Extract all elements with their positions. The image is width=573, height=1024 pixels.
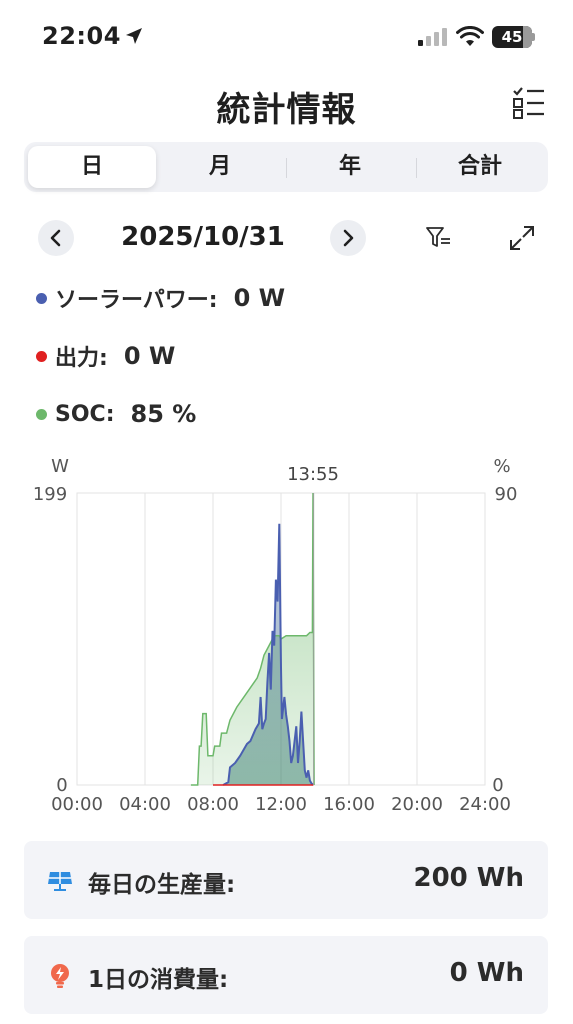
battery-tip [532, 33, 535, 41]
output-label: 出力: [55, 346, 108, 371]
x-tick-label: 00:00 [51, 794, 103, 815]
chevron-left-icon [50, 229, 61, 247]
battery-indicator: 45 [492, 26, 536, 48]
page-title: 統計情報 [216, 90, 357, 130]
status-time: 22:04 [42, 22, 121, 50]
left-axis-unit: W [51, 456, 69, 477]
cursor-time-label: 13:55 [287, 464, 339, 485]
legend-output: 出力: 0 W [36, 340, 175, 372]
right-axis-min: 0 [492, 775, 503, 796]
x-tick-label: 08:00 [187, 794, 239, 815]
previous-date-button[interactable] [38, 220, 74, 256]
right-axis-unit: % [493, 456, 510, 477]
x-tick-label: 20:00 [391, 794, 443, 815]
solar-value: 0 W [233, 284, 286, 312]
daily-consumption-card: 1日の消費量: 0 Wh [24, 936, 548, 1014]
location-arrow-icon [126, 28, 142, 44]
daily-production-card: 毎日の生産量: 200 Wh [24, 841, 548, 919]
legend-solar: ソーラーパワー: 0 W [36, 282, 285, 314]
cellular-signal-icon [418, 28, 447, 46]
period-segmented-control: 日 月 年 合計 [24, 142, 548, 192]
solar-panel-icon [48, 872, 72, 891]
tab-year[interactable]: 年 [286, 146, 414, 188]
filter-icon[interactable] [424, 224, 452, 252]
x-tick-label: 24:00 [459, 794, 511, 815]
tab-total[interactable]: 合計 [416, 146, 544, 188]
left-axis-min: 0 [56, 775, 67, 796]
tab-day[interactable]: 日 [28, 146, 156, 188]
right-axis-max: 90 [495, 484, 518, 505]
daily-production-value: 200 Wh [413, 863, 524, 893]
chart-x-ticks: 00:00 04:00 08:00 12:00 16:00 20:00 24:00 [51, 794, 511, 815]
soc-value: 85 % [130, 400, 197, 428]
output-dot-icon [36, 350, 47, 362]
power-chart[interactable]: W % 199 90 0 0 13:55 00:00 04:00 08:00 12:0… [0, 446, 573, 826]
checklist-icon[interactable] [512, 86, 546, 120]
fullscreen-icon[interactable] [508, 224, 536, 252]
soc-label: SOC: [55, 401, 115, 427]
chart-series [190, 492, 315, 786]
lightbulb-icon [51, 964, 69, 988]
daily-consumption-value: 0 Wh [449, 958, 524, 988]
solar-label: ソーラーパワー: [55, 288, 218, 313]
legend-soc: SOC: 85 % [36, 398, 196, 430]
x-tick-label: 16:00 [323, 794, 375, 815]
status-bar: 22:04 45 [0, 0, 573, 78]
daily-consumption-label: 1日の消費量: [88, 967, 229, 993]
soc-dot-icon [36, 408, 47, 420]
chevron-right-icon [343, 229, 354, 247]
x-tick-label: 12:00 [255, 794, 307, 815]
left-axis-max: 199 [33, 484, 67, 505]
output-value: 0 W [123, 342, 176, 370]
next-date-button[interactable] [330, 220, 366, 256]
daily-production-label: 毎日の生産量: [88, 872, 236, 898]
wifi-icon [456, 26, 484, 46]
x-tick-label: 04:00 [119, 794, 171, 815]
battery-empty-portion [523, 26, 532, 48]
solar-dot-icon [36, 292, 47, 304]
current-date[interactable]: 2025/10/31 [90, 222, 316, 252]
tab-month[interactable]: 月 [156, 146, 284, 188]
